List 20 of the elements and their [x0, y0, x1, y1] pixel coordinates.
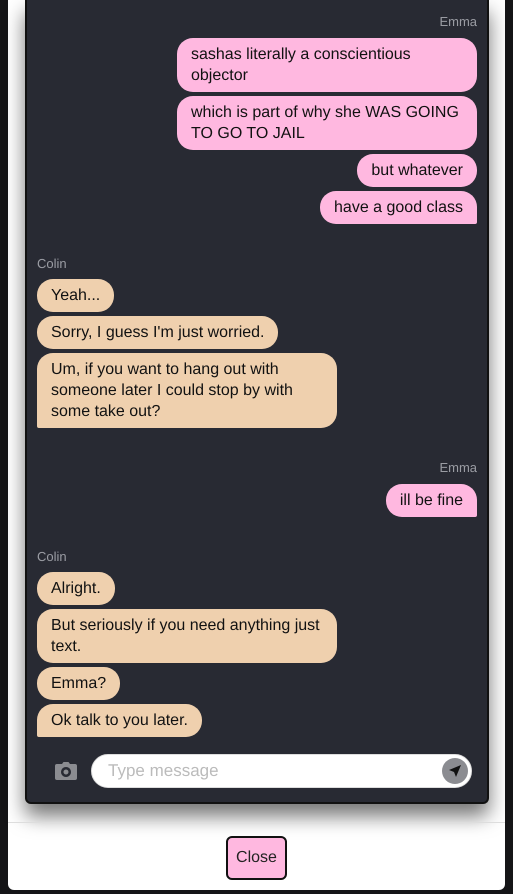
message-bubble: have a good class — [320, 190, 477, 224]
message-bubble: Ok talk to you later. — [37, 704, 202, 737]
message-bubble: Emma? — [37, 667, 120, 700]
sender-name: Emma — [439, 13, 477, 31]
message-bubble: which is part of why she WAS GOING TO GO TO JAIL — [177, 96, 477, 150]
message-bubble: But seriously if you need anything just text. — [37, 609, 337, 663]
sender-name: Colin — [37, 548, 67, 566]
message-bubble: Yeah... — [37, 279, 114, 312]
send-icon — [448, 764, 462, 778]
message-bubble: sashas literally a conscientious objector — [177, 38, 477, 92]
camera-icon[interactable] — [55, 762, 77, 780]
message-bubble: Alright. — [37, 572, 115, 605]
sender-name: Emma — [439, 459, 477, 477]
message-bubble: Um, if you want to hang out with someone later I could stop by with some take out? — [37, 353, 337, 428]
message-field[interactable]: Type message — [91, 754, 472, 788]
sender-name: Colin — [37, 254, 67, 272]
close-button[interactable]: Close — [226, 836, 287, 880]
message-bubble: Sorry, I guess I'm just worried. — [37, 316, 278, 349]
message-bubble: ill be fine — [386, 484, 477, 516]
message-bubble: but whatever — [357, 154, 477, 186]
